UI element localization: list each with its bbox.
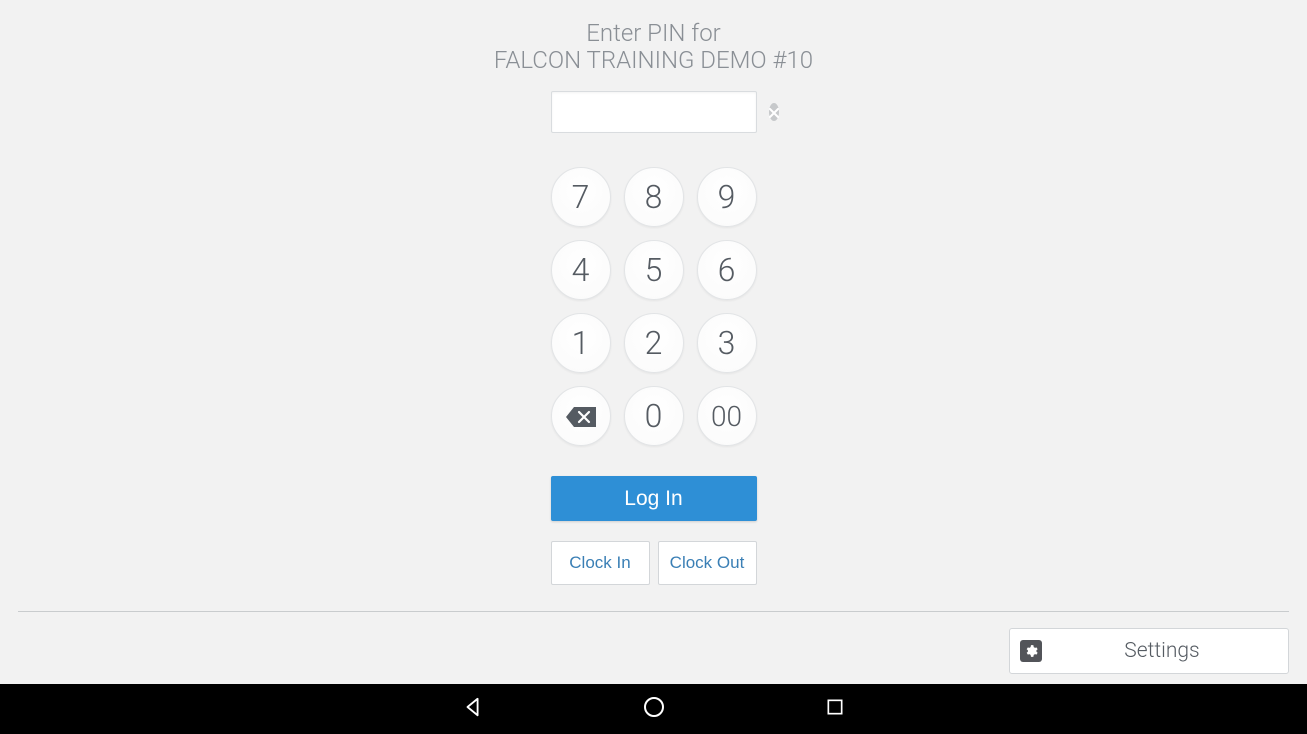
- secondary-actions: Clock In Clock Out: [551, 541, 757, 585]
- key-4[interactable]: 4: [551, 240, 611, 300]
- clear-icon: [769, 103, 779, 122]
- header-account-name: FALCON TRAINING DEMO #10: [494, 46, 813, 75]
- settings-button[interactable]: Settings: [1009, 628, 1289, 674]
- pin-input[interactable]: [562, 103, 769, 121]
- key-3[interactable]: 3: [697, 313, 757, 373]
- nav-back-button[interactable]: [460, 696, 486, 722]
- back-icon: [462, 696, 484, 722]
- keypad: 7 8 9 4 5 6 1 2 3 0 00: [551, 167, 757, 446]
- pin-input-container[interactable]: [551, 91, 757, 133]
- key-0[interactable]: 0: [624, 386, 684, 446]
- android-nav-bar: [0, 684, 1307, 734]
- key-5[interactable]: 5: [624, 240, 684, 300]
- key-2[interactable]: 2: [624, 313, 684, 373]
- clear-input-button[interactable]: [769, 103, 779, 121]
- key-6[interactable]: 6: [697, 240, 757, 300]
- clock-out-button[interactable]: Clock Out: [658, 541, 757, 585]
- key-8[interactable]: 8: [624, 167, 684, 227]
- clock-in-button[interactable]: Clock In: [551, 541, 650, 585]
- key-1[interactable]: 1: [551, 313, 611, 373]
- divider: [18, 611, 1289, 612]
- header: Enter PIN for FALCON TRAINING DEMO #10: [494, 20, 813, 75]
- nav-home-button[interactable]: [641, 696, 667, 722]
- gear-icon: [1020, 640, 1042, 662]
- nav-recents-button[interactable]: [822, 696, 848, 722]
- key-9[interactable]: 9: [697, 167, 757, 227]
- key-00[interactable]: 00: [697, 386, 757, 446]
- backspace-icon: [566, 397, 596, 435]
- home-icon: [642, 695, 666, 723]
- login-button[interactable]: Log In: [551, 476, 757, 521]
- header-prompt: Enter PIN for: [494, 20, 813, 46]
- key-backspace[interactable]: [551, 386, 611, 446]
- settings-label: Settings: [1046, 639, 1278, 663]
- recents-icon: [825, 697, 845, 721]
- main-content: Enter PIN for FALCON TRAINING DEMO #10 7…: [0, 0, 1307, 684]
- key-7[interactable]: 7: [551, 167, 611, 227]
